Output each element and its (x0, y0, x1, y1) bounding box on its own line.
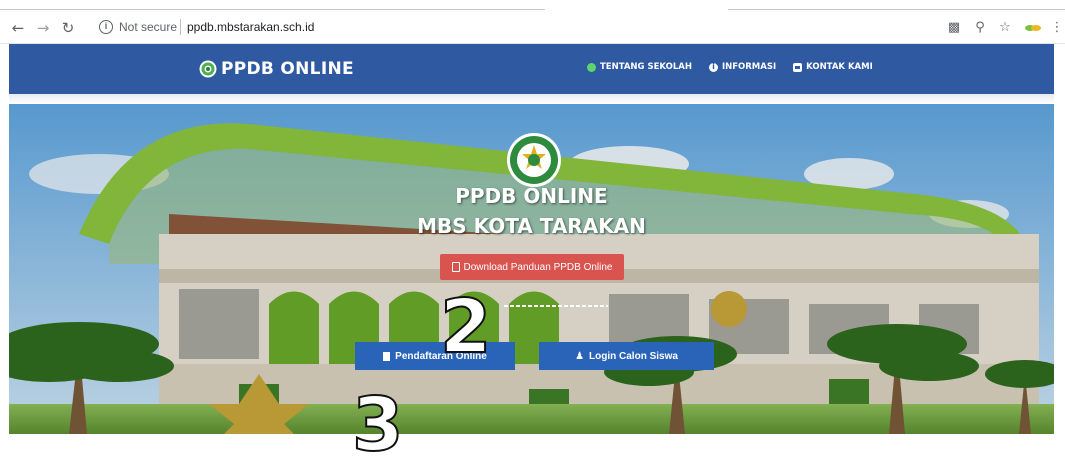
hero-subtitle: MBS KOTA TARAKAN (417, 214, 646, 238)
download-guide-label: Download Panduan PPDB Online (463, 261, 613, 273)
hero-title: PPDB ONLINE (455, 184, 608, 208)
menu-label: KONTAK KAMI (806, 62, 873, 72)
address-bar[interactable]: i Not secure ppdb.mbstarakan.sch.id (92, 18, 912, 38)
reload-icon[interactable]: ↻ (60, 20, 76, 36)
info-circle-icon (708, 62, 718, 72)
back-icon[interactable]: ← (10, 20, 26, 36)
translate-icon[interactable]: ▩ (946, 20, 962, 36)
nav-menu: TENTANG SEKOLAH INFORMASI KONTAK KAMI (587, 62, 873, 72)
brand-title: PPDB ONLINE (221, 59, 354, 79)
omnibox-divider (180, 19, 181, 35)
contact-card-icon (793, 62, 803, 72)
security-label: Not secure (119, 20, 178, 34)
forward-icon[interactable]: → (35, 20, 51, 36)
navbar-shadow (9, 94, 1054, 104)
school-logo-icon (199, 60, 217, 78)
tab-strip (0, 0, 1065, 12)
student-login-label: Login Calon Siswa (589, 350, 678, 362)
muhammadiyah-logo-icon (507, 133, 561, 187)
menu-item-tentang-sekolah[interactable]: TENTANG SEKOLAH (587, 62, 692, 72)
star-icon[interactable]: ☆ (997, 20, 1013, 36)
student-login-button[interactable]: ♟ Login Calon Siswa (539, 342, 714, 370)
url-text[interactable]: ppdb.mbstarakan.sch.id (187, 20, 314, 34)
extension-icon[interactable] (1025, 24, 1041, 32)
brand[interactable]: PPDB ONLINE (199, 58, 354, 80)
hero-banner: PPDB ONLINE MBS KOTA TARAKAN Download Pa… (9, 104, 1054, 434)
menu-item-informasi[interactable]: INFORMASI (708, 62, 777, 72)
info-icon[interactable]: i (99, 20, 113, 34)
menu-label: INFORMASI (721, 62, 777, 72)
annotation-number-3: 3 (351, 382, 404, 468)
document-icon (383, 351, 391, 361)
zoom-icon[interactable]: ⚲ (972, 20, 988, 36)
divider (504, 305, 608, 307)
annotation-number-2: 2 (439, 284, 492, 370)
browser-toolbar: ← → ↻ i Not secure ppdb.mbstarakan.sch.i… (0, 0, 1065, 44)
pdf-file-icon (451, 262, 460, 272)
users-icon: ♟ (575, 350, 585, 362)
menu-icon[interactable]: ⋮ (1049, 20, 1065, 36)
menu-label: TENTANG SEKOLAH (600, 62, 692, 72)
menu-item-kontak-kami[interactable]: KONTAK KAMI (793, 62, 873, 72)
circle-check-icon (587, 62, 596, 72)
download-guide-button[interactable]: Download Panduan PPDB Online (440, 254, 624, 280)
site-navbar: PPDB ONLINE TENTANG SEKOLAH INFORMASI KO… (9, 44, 1054, 94)
